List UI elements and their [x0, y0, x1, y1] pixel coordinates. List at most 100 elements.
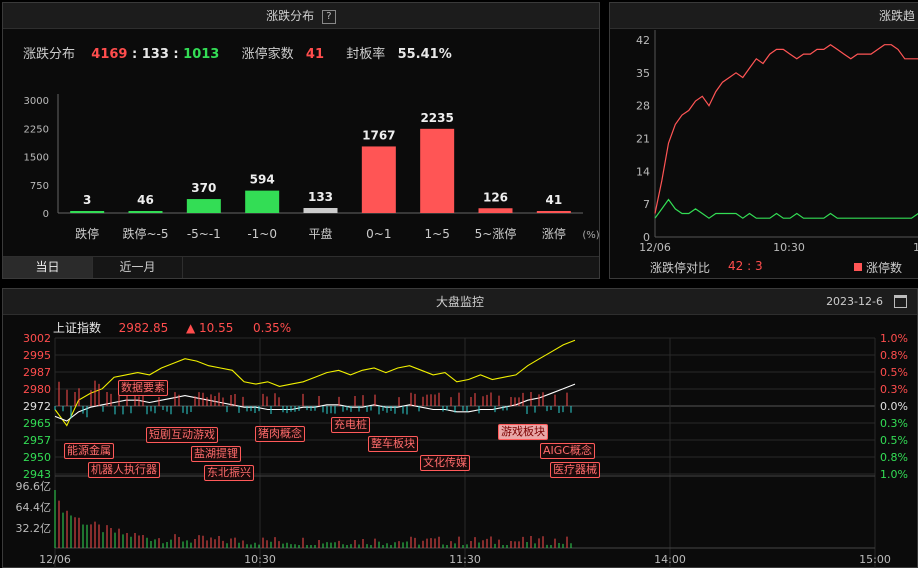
y-tick-label: 2965 [23, 417, 51, 430]
summary-label: 涨跌分布 [23, 47, 76, 62]
x-tick-label: -1~0 [247, 227, 277, 241]
y-tick-label: 14 [636, 165, 650, 178]
y-tick-label: 1500 [24, 153, 49, 164]
distribution-panel: 涨跌分布 ? 涨跌分布 4169 : 133 : 1013 涨停家数 41 封板… [2, 2, 600, 279]
y-tick-label: 7 [643, 198, 650, 211]
market-intraday-chart: 3002 1.0% 2995 0.8% 2987 0.5% 2980 0.3% 2972 0.0%… [16, 332, 908, 568]
bar [536, 211, 571, 213]
seal-value: 55.41% [397, 47, 452, 62]
market-panel-header: 大盘监控 2023-12-6 [3, 289, 917, 315]
y-tick-label: 21 [636, 133, 650, 146]
y-tick-label: 3000 [24, 96, 49, 107]
bar [70, 211, 105, 213]
volume-tick-label: 64.4亿 [16, 501, 52, 514]
legend-label: 涨停数 [866, 261, 903, 275]
series-line [654, 198, 918, 219]
y-right-tick-label: 1.0% [880, 332, 908, 345]
y-right-tick-label: 0.0% [880, 400, 908, 413]
x-tick-label: 0~1 [366, 227, 391, 241]
x-tick-label: 涨停 [542, 226, 566, 241]
bar [303, 207, 338, 213]
volume-tick-label: 96.6亿 [16, 480, 52, 493]
y-tick-label: 2972 [23, 400, 51, 413]
bar [478, 208, 513, 213]
x-tick-label: 跌停 [75, 226, 99, 241]
up-count: 4169 [91, 47, 128, 62]
bar-value-label: 594 [250, 173, 275, 187]
y-right-tick-label: 0.8% [880, 349, 908, 362]
y-right-tick-label: 0.5% [880, 366, 908, 379]
y-right-tick-label: 0.5% [880, 434, 908, 447]
trend-panel-header: 涨跌趋 [610, 3, 918, 29]
bar [186, 199, 221, 213]
y-tick-label: 2980 [23, 383, 51, 396]
unit-label: (%) [582, 230, 599, 241]
tab-last-month[interactable]: 近一月 [93, 257, 183, 278]
series-line [54, 383, 576, 422]
calendar-icon[interactable] [894, 295, 907, 308]
volume-tick-label: 32.2亿 [16, 522, 52, 535]
market-date: 2023-12-6 [826, 295, 883, 308]
limit-label: 涨停家数 [241, 47, 294, 62]
flat-count: 133 [141, 47, 169, 62]
x-tick-label: 10:30 [244, 553, 276, 566]
trend-line-chart: 42352821147012/0610:3011 [636, 30, 918, 254]
distribution-tabs: 当日 近一月 [3, 256, 599, 278]
bar-value-label: 126 [483, 190, 508, 204]
y-right-tick-label: 0.8% [880, 451, 908, 464]
trend-title: 涨跌趋 [878, 9, 915, 23]
bar [420, 128, 455, 213]
x-tick-label: 12/06 [639, 241, 671, 254]
y-right-tick-label: 1.0% [880, 468, 908, 481]
bar-value-label: 133 [308, 190, 333, 204]
y-tick-label: 2250 [24, 124, 49, 135]
bar [128, 211, 163, 213]
y-tick-label: 2995 [23, 349, 51, 362]
bar-value-label: 3 [83, 193, 91, 207]
y-tick-label: 2957 [23, 434, 51, 447]
x-tick-label: 11:30 [449, 553, 481, 566]
x-tick-label: -5~-1 [187, 227, 221, 241]
bar-value-label: 2235 [420, 111, 453, 125]
ratio-value: 42 : 3 [728, 259, 763, 273]
y-right-tick-label: 0.3% [880, 383, 908, 396]
x-tick-label: 10:30 [773, 241, 805, 254]
y-tick-label: 2950 [23, 451, 51, 464]
trend-panel: 涨跌趋 42352821147012/0610:3011 涨跌停对比 42 : … [609, 2, 918, 279]
y-tick-label: 0 [43, 209, 49, 220]
y-tick-label: 3002 [23, 332, 51, 345]
series-line [54, 339, 576, 427]
y-tick-label: 35 [636, 67, 650, 80]
bar [245, 190, 280, 213]
ratio-label: 涨跌停对比 [650, 261, 711, 275]
x-tick-label: 12/06 [39, 553, 71, 566]
seal-label: 封板率 [346, 47, 386, 62]
x-tick-label: 平盘 [308, 226, 332, 241]
distribution-summary: 涨跌分布 4169 : 133 : 1013 涨停家数 41 封板率 55.41… [23, 43, 452, 62]
legend-swatch [854, 263, 862, 271]
limit-value: 41 [305, 47, 325, 62]
down-count: 1013 [183, 47, 220, 62]
help-icon[interactable]: ? [321, 9, 336, 24]
bar-value-label: 370 [191, 181, 216, 195]
bar-value-label: 46 [137, 193, 154, 207]
distribution-panel-header: 涨跌分布 ? [3, 3, 599, 29]
sep-colon-2: : [168, 47, 184, 62]
sep-colon-1: : [127, 47, 142, 62]
series-line [654, 43, 918, 214]
bar-value-label: 41 [545, 193, 562, 207]
distribution-title: 涨跌分布 [266, 9, 315, 23]
y-tick-label: 28 [636, 100, 650, 113]
tab-today[interactable]: 当日 [3, 257, 93, 278]
x-tick-label: 1~5 [425, 227, 450, 241]
market-monitor-panel: 大盘监控 2023-12-6 上证指数 2982.85 ▲ 10.55 0.35… [2, 288, 918, 568]
bar-value-label: 1767 [362, 128, 395, 142]
x-tick-label: 15:00 [859, 553, 891, 566]
x-tick-label: 5~涨停 [475, 226, 517, 241]
y-right-tick-label: 0.3% [880, 417, 908, 430]
y-tick-label: 42 [636, 34, 650, 47]
bar [361, 146, 396, 213]
market-title: 大盘监控 [435, 295, 484, 309]
distribution-bar-chart: 3000 2250 1500 750 0 3 跌停 46 跌停~-5 370 -5~-1 594 -1~… [24, 94, 600, 241]
x-tick-label: 11 [913, 241, 918, 254]
